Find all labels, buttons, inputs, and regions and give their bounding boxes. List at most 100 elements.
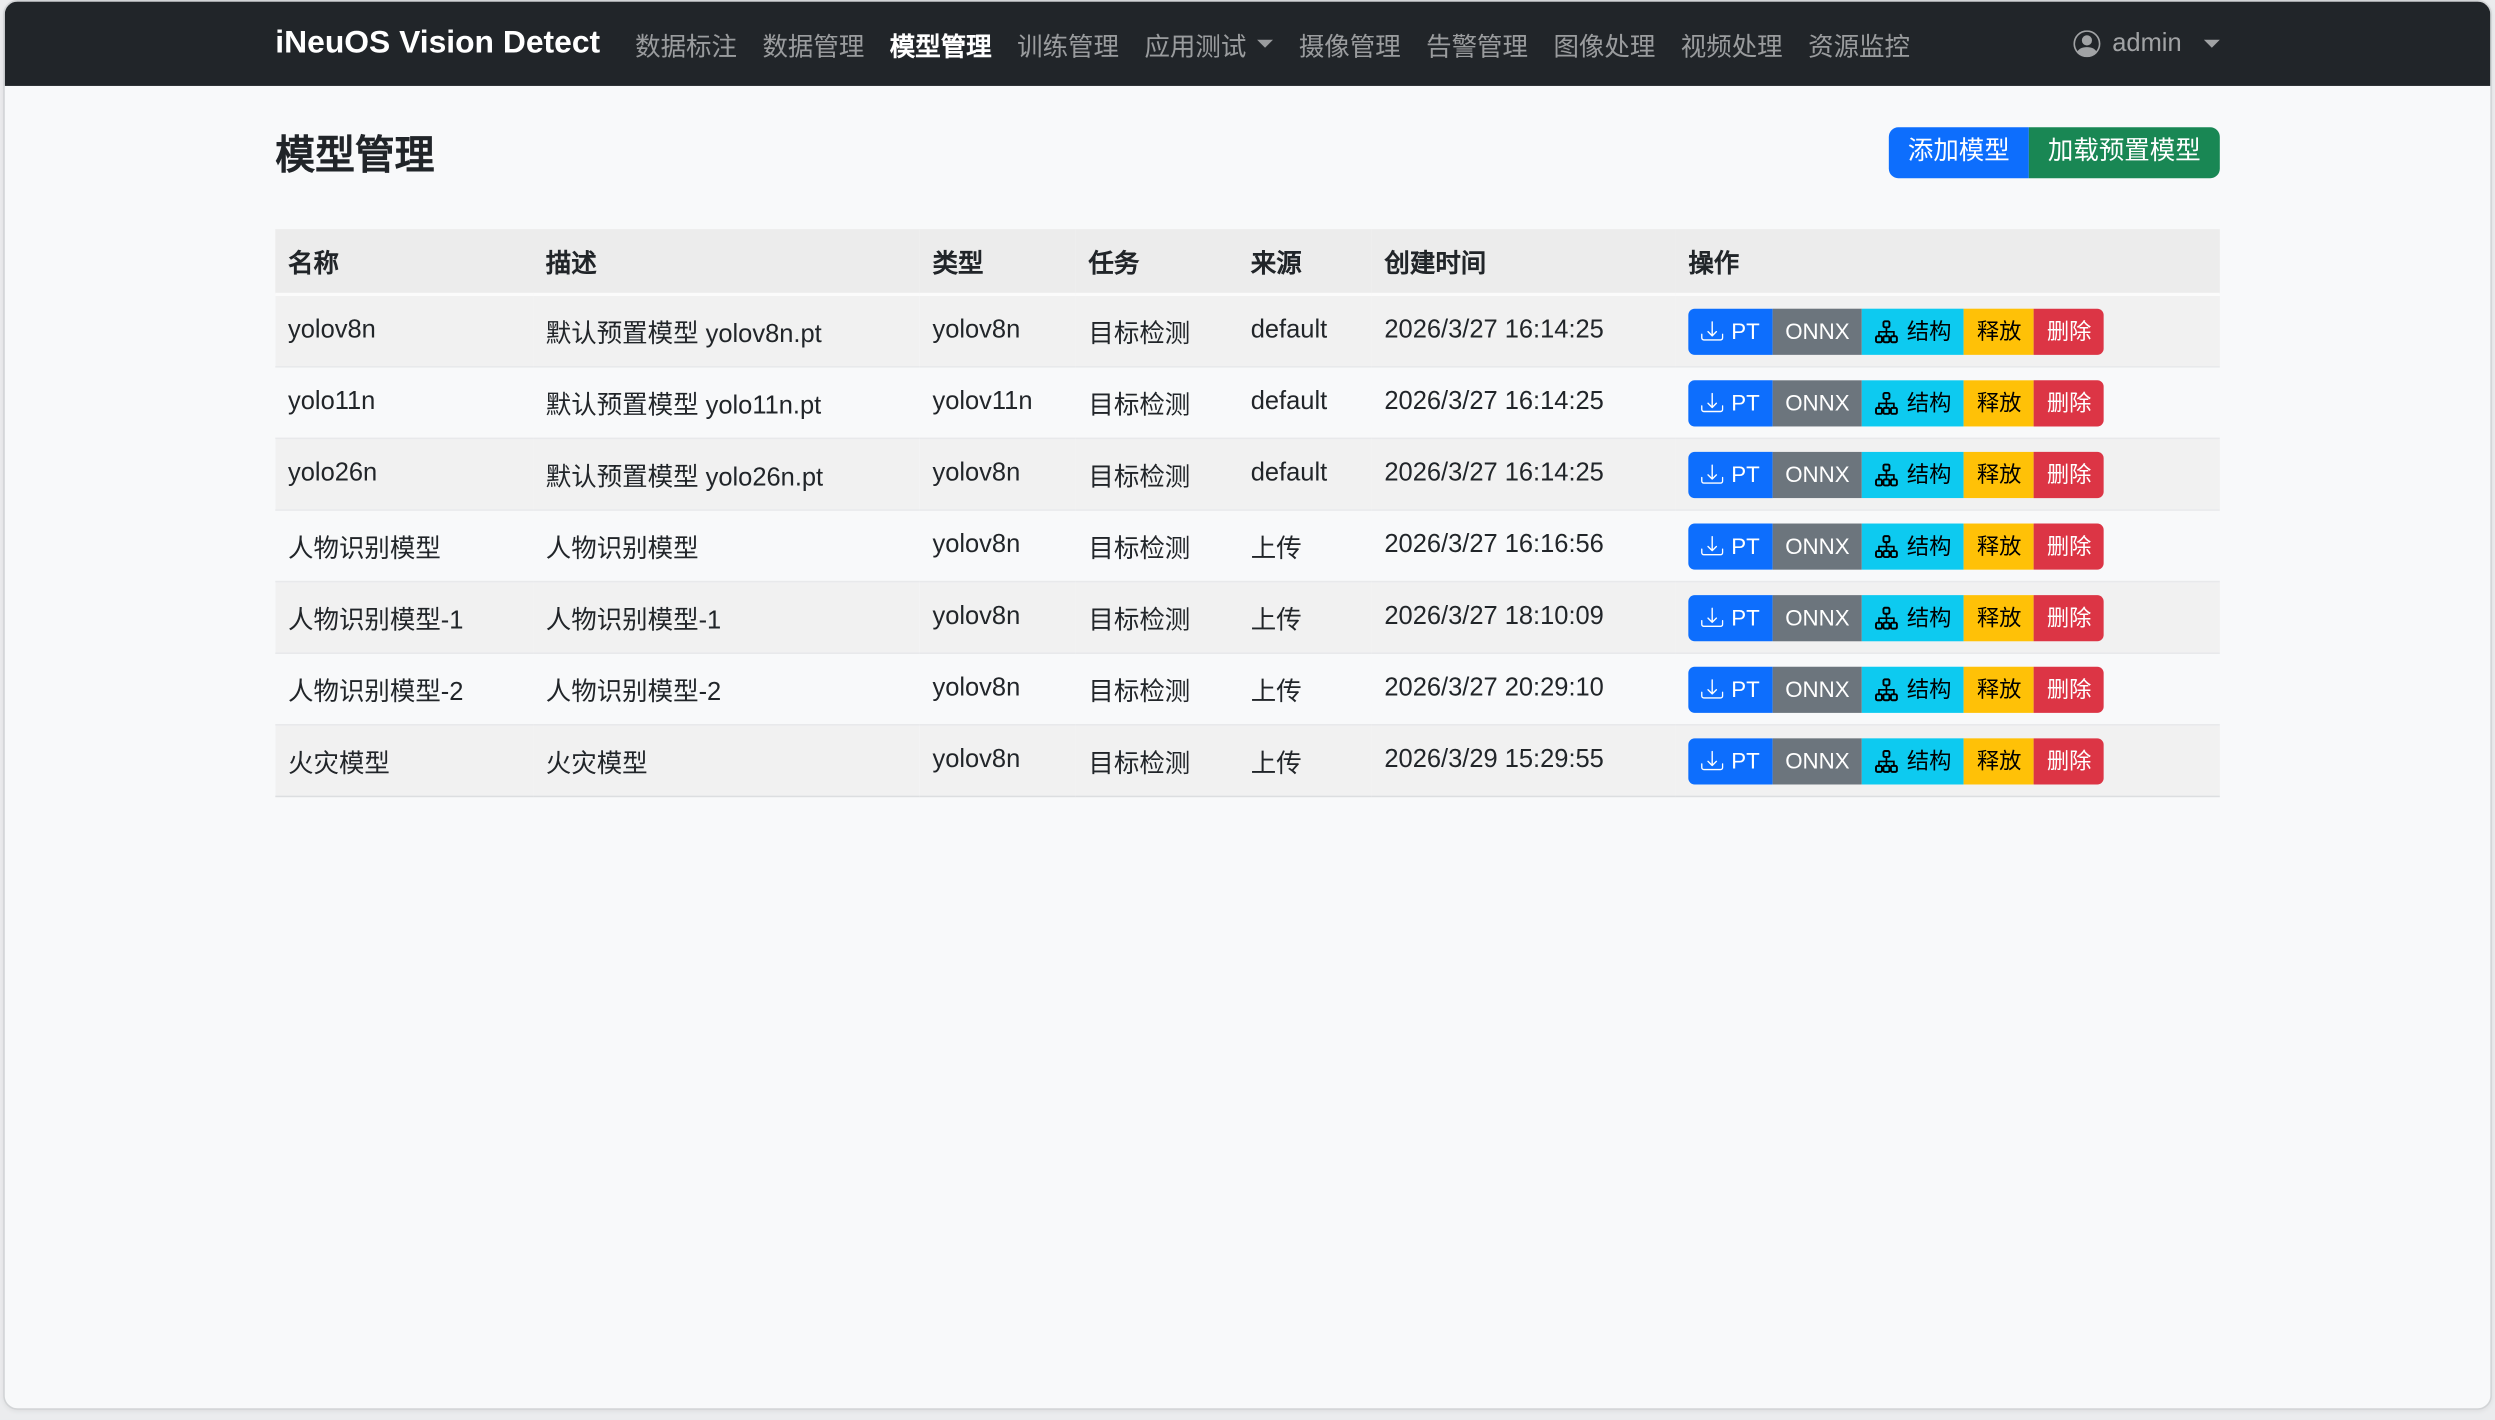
release-button[interactable]: 释放 — [1964, 738, 2034, 784]
download-pt-button[interactable]: PT — [1688, 523, 1772, 569]
nav-item-data-annotation[interactable]: 数据标注 — [622, 12, 749, 76]
download-icon — [1701, 320, 1723, 342]
nav-item-resource-monitoring[interactable]: 资源监控 — [1795, 12, 1922, 76]
table-row: 人物识别模型-2 人物识别模型-2 yolov8n 目标检测 上传 2026/3… — [275, 653, 2220, 725]
download-icon — [1701, 391, 1723, 413]
cell-source: 上传 — [1238, 510, 1372, 582]
column-header: 创建时间 — [1372, 229, 1676, 294]
structure-button[interactable]: 结构 — [1862, 594, 1964, 640]
nav-item-training-management[interactable]: 训练管理 — [1004, 12, 1131, 76]
structure-button[interactable]: 结构 — [1862, 523, 1964, 569]
cell-created-time: 2026/3/29 15:29:55 — [1372, 725, 1676, 797]
table-row: yolo11n 默认预置模型 yolo11n.pt yolov11n 目标检测 … — [275, 367, 2220, 439]
nav-item-app-testing[interactable]: 应用测试 — [1132, 12, 1286, 76]
structure-button[interactable]: 结构 — [1862, 738, 1964, 784]
export-onnx-button[interactable]: ONNX — [1772, 451, 1862, 497]
nav-item-data-management[interactable]: 数据管理 — [750, 12, 877, 76]
export-onnx-button[interactable]: ONNX — [1772, 666, 1862, 712]
nav-item-label: 视频处理 — [1681, 25, 1783, 63]
cell-task: 目标检测 — [1076, 582, 1238, 654]
download-pt-button[interactable]: PT — [1688, 738, 1772, 784]
cell-description: 人物识别模型-2 — [533, 653, 920, 725]
table-header-row: 名称描述类型任务来源创建时间操作 — [275, 229, 2220, 294]
cell-task: 目标检测 — [1076, 438, 1238, 510]
cell-actions: PT ONNX 结构 释放 删除 — [1676, 438, 2220, 510]
cell-name: 人物识别模型-1 — [275, 582, 533, 654]
cell-type: yolov8n — [920, 582, 1076, 654]
cell-description: 默认预置模型 yolo26n.pt — [533, 438, 920, 510]
release-button[interactable]: 释放 — [1964, 451, 2034, 497]
download-pt-button[interactable]: PT — [1688, 666, 1772, 712]
delete-button[interactable]: 删除 — [2034, 594, 2104, 640]
column-header: 类型 — [920, 229, 1076, 294]
browser-window: iNeuOS Vision Detect 数据标注 数据管理 模型管理 训练管理… — [3, 0, 2492, 1410]
export-onnx-button[interactable]: ONNX — [1772, 380, 1862, 426]
cell-name: yolov8n — [275, 294, 533, 366]
nav-item-camera-management[interactable]: 摄像管理 — [1286, 12, 1413, 76]
structure-button-label: 结构 — [1907, 601, 1952, 634]
structure-button[interactable]: 结构 — [1862, 308, 1964, 354]
structure-button[interactable]: 结构 — [1862, 380, 1964, 426]
pt-button-label: PT — [1731, 744, 1759, 777]
cell-type: yolov8n — [920, 725, 1076, 797]
download-pt-button[interactable]: PT — [1688, 451, 1772, 497]
delete-button[interactable]: 删除 — [2034, 666, 2104, 712]
user-menu[interactable]: admin — [2074, 29, 2220, 58]
diagram-icon — [1875, 391, 1899, 415]
release-button[interactable]: 释放 — [1964, 308, 2034, 354]
table-body: yolov8n 默认预置模型 yolov8n.pt yolov8n 目标检测 d… — [275, 294, 2220, 796]
release-button[interactable]: 释放 — [1964, 594, 2034, 640]
row-action-group: PT ONNX 结构 释放 删除 — [1688, 380, 2104, 426]
release-button[interactable]: 释放 — [1964, 523, 2034, 569]
brand[interactable]: iNeuOS Vision Detect — [275, 25, 600, 62]
diagram-icon — [1875, 462, 1899, 486]
structure-button-label: 结构 — [1907, 529, 1952, 562]
structure-button-label: 结构 — [1907, 672, 1952, 705]
cell-source: 上传 — [1238, 725, 1372, 797]
cell-created-time: 2026/3/27 20:29:10 — [1372, 653, 1676, 725]
cell-created-time: 2026/3/27 16:14:25 — [1372, 367, 1676, 439]
nav-item-model-management[interactable]: 模型管理 — [877, 12, 1004, 76]
load-preset-model-button[interactable]: 加载预置模型 — [2029, 127, 2220, 178]
nav-item-label: 图像处理 — [1553, 25, 1655, 63]
add-model-button[interactable]: 添加模型 — [1889, 127, 2029, 178]
download-pt-button[interactable]: PT — [1688, 380, 1772, 426]
structure-button[interactable]: 结构 — [1862, 666, 1964, 712]
download-icon — [1701, 463, 1723, 485]
row-action-group: PT ONNX 结构 释放 删除 — [1688, 523, 2104, 569]
delete-button[interactable]: 删除 — [2034, 738, 2104, 784]
nav-item-label: 应用测试 — [1144, 25, 1246, 63]
main-content: 模型管理 添加模型 加载预置模型 名称描述类型任务来源创建时间操作 yolov8… — [275, 86, 2220, 797]
release-button[interactable]: 释放 — [1964, 666, 2034, 712]
export-onnx-button[interactable]: ONNX — [1772, 308, 1862, 354]
table-row: 人物识别模型-1 人物识别模型-1 yolov8n 目标检测 上传 2026/3… — [275, 582, 2220, 654]
column-header: 操作 — [1676, 229, 2220, 294]
nav-item-label: 数据管理 — [762, 25, 864, 63]
cell-name: 火灾模型 — [275, 725, 533, 797]
nav-item-alarm-management[interactable]: 告警管理 — [1413, 12, 1540, 76]
delete-button[interactable]: 删除 — [2034, 523, 2104, 569]
cell-created-time: 2026/3/27 18:10:09 — [1372, 582, 1676, 654]
structure-button-label: 结构 — [1907, 744, 1952, 777]
delete-button[interactable]: 删除 — [2034, 308, 2104, 354]
download-pt-button[interactable]: PT — [1688, 308, 1772, 354]
nav-item-label: 模型管理 — [890, 25, 992, 63]
nav-item-image-processing[interactable]: 图像处理 — [1541, 12, 1668, 76]
column-header: 任务 — [1076, 229, 1238, 294]
release-button[interactable]: 释放 — [1964, 380, 2034, 426]
export-onnx-button[interactable]: ONNX — [1772, 738, 1862, 784]
export-onnx-button[interactable]: ONNX — [1772, 523, 1862, 569]
delete-button[interactable]: 删除 — [2034, 380, 2104, 426]
download-pt-button[interactable]: PT — [1688, 594, 1772, 640]
export-onnx-button[interactable]: ONNX — [1772, 594, 1862, 640]
row-action-group: PT ONNX 结构 释放 删除 — [1688, 308, 2104, 354]
table-row: 火灾模型 火灾模型 yolov8n 目标检测 上传 2026/3/29 15:2… — [275, 725, 2220, 797]
nav-item-label: 训练管理 — [1017, 25, 1119, 63]
nav-item-video-processing[interactable]: 视频处理 — [1668, 12, 1795, 76]
pt-button-label: PT — [1731, 314, 1759, 347]
structure-button[interactable]: 结构 — [1862, 451, 1964, 497]
cell-description: 人物识别模型 — [533, 510, 920, 582]
nav-item-label: 告警管理 — [1426, 25, 1528, 63]
cell-name: 人物识别模型 — [275, 510, 533, 582]
delete-button[interactable]: 删除 — [2034, 451, 2104, 497]
